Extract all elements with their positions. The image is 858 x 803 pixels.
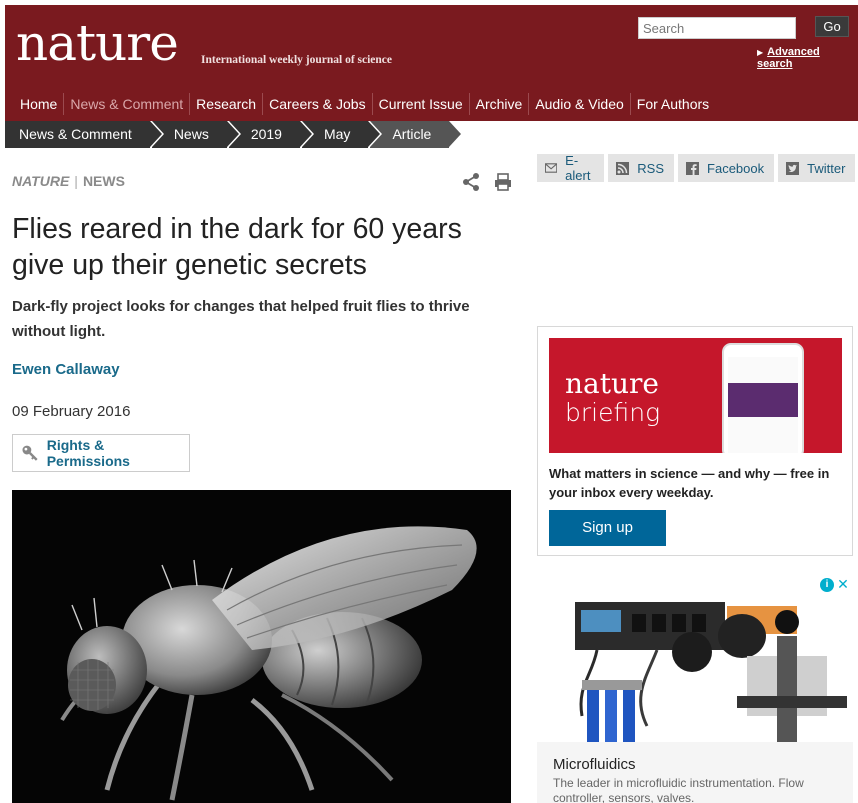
twitter-icon [786, 161, 800, 175]
rss-button[interactable]: RSS [608, 154, 675, 182]
rss-label: RSS [637, 160, 665, 176]
ad-info-icon[interactable]: i [820, 578, 834, 592]
nav-home[interactable]: Home [15, 93, 63, 115]
ad-title: Microfluidics [553, 756, 636, 773]
print-icon[interactable] [494, 172, 512, 192]
nav-archive[interactable]: Archive [468, 93, 529, 115]
phone-illustration [722, 343, 804, 453]
ad-close-icon[interactable]: ✕ [836, 577, 850, 591]
tagline: International weekly journal of science [201, 54, 393, 66]
ad-lab-equipment-image [537, 576, 853, 742]
facebook-icon [686, 161, 700, 175]
facebook-label: Facebook [707, 160, 765, 176]
rights-permissions-button[interactable]: Rights & Permissions [12, 434, 190, 472]
author-link[interactable]: Ewen Callaway [12, 361, 120, 378]
envelope-icon [545, 163, 558, 173]
social-links: E-alert RSS Facebook Twitter [537, 153, 858, 183]
section-name[interactable]: NEWS [83, 173, 125, 189]
rss-icon [616, 161, 630, 175]
briefing-description: What matters in science — and why — free… [549, 466, 830, 500]
rights-permissions-label: Rights & Permissions [46, 437, 130, 469]
article-title: Flies reared in the dark for 60 years gi… [12, 213, 462, 281]
key-icon [22, 445, 38, 461]
briefing-brand-briefing: briefing [565, 398, 661, 427]
journal-name[interactable]: NATURE [12, 173, 69, 189]
publication-date: 09 February 2016 [12, 403, 131, 420]
advanced-search-label: Advanced search [757, 46, 820, 70]
section-label: NATURE | NEWS [12, 173, 125, 189]
nav-for-authors[interactable]: For Authors [629, 93, 715, 115]
breadcrumb: News & Comment News 2019 May Article [5, 121, 464, 148]
sign-up-button[interactable]: Sign up [549, 510, 666, 546]
separator: | [74, 173, 78, 189]
masthead: nature International weekly journal of s… [5, 5, 858, 121]
phone-screen-image [728, 383, 798, 417]
nature-logo[interactable]: nature [16, 15, 179, 71]
triangle-right-icon: ▶ [757, 48, 764, 57]
share-icon[interactable] [461, 172, 481, 192]
ealert-label: E-alert [565, 153, 591, 183]
twitter-button[interactable]: Twitter [778, 154, 856, 182]
briefing-banner[interactable]: nature briefing [549, 338, 842, 453]
main-nav: Home News & Comment Research Careers & J… [15, 89, 715, 119]
briefing-brand-nature: nature [565, 367, 659, 400]
article-standfirst: Dark-fly project looks for changes that … [12, 298, 470, 340]
fruit-fly-image [12, 490, 511, 803]
advertisement[interactable]: i ✕ Microfluidics The leader in microflu… [537, 576, 853, 803]
twitter-label: Twitter [807, 160, 846, 176]
nav-audio-video[interactable]: Audio & Video [528, 93, 629, 115]
ealert-button[interactable]: E-alert [537, 153, 605, 183]
nature-briefing-promo: nature briefing What matters in science … [537, 326, 853, 556]
nav-research[interactable]: Research [189, 93, 262, 115]
advanced-search-link[interactable]: ▶ Advanced search [757, 46, 858, 70]
nav-news-comment[interactable]: News & Comment [63, 93, 189, 115]
search-input[interactable] [638, 17, 796, 39]
go-button[interactable]: Go [815, 16, 849, 37]
facebook-button[interactable]: Facebook [678, 154, 775, 182]
nav-current-issue[interactable]: Current Issue [371, 93, 469, 115]
nav-careers-jobs[interactable]: Careers & Jobs [262, 93, 371, 115]
ad-description: The leader in microfluidic instrumentati… [553, 776, 804, 803]
breadcrumb-news-comment[interactable]: News & Comment [5, 121, 164, 148]
